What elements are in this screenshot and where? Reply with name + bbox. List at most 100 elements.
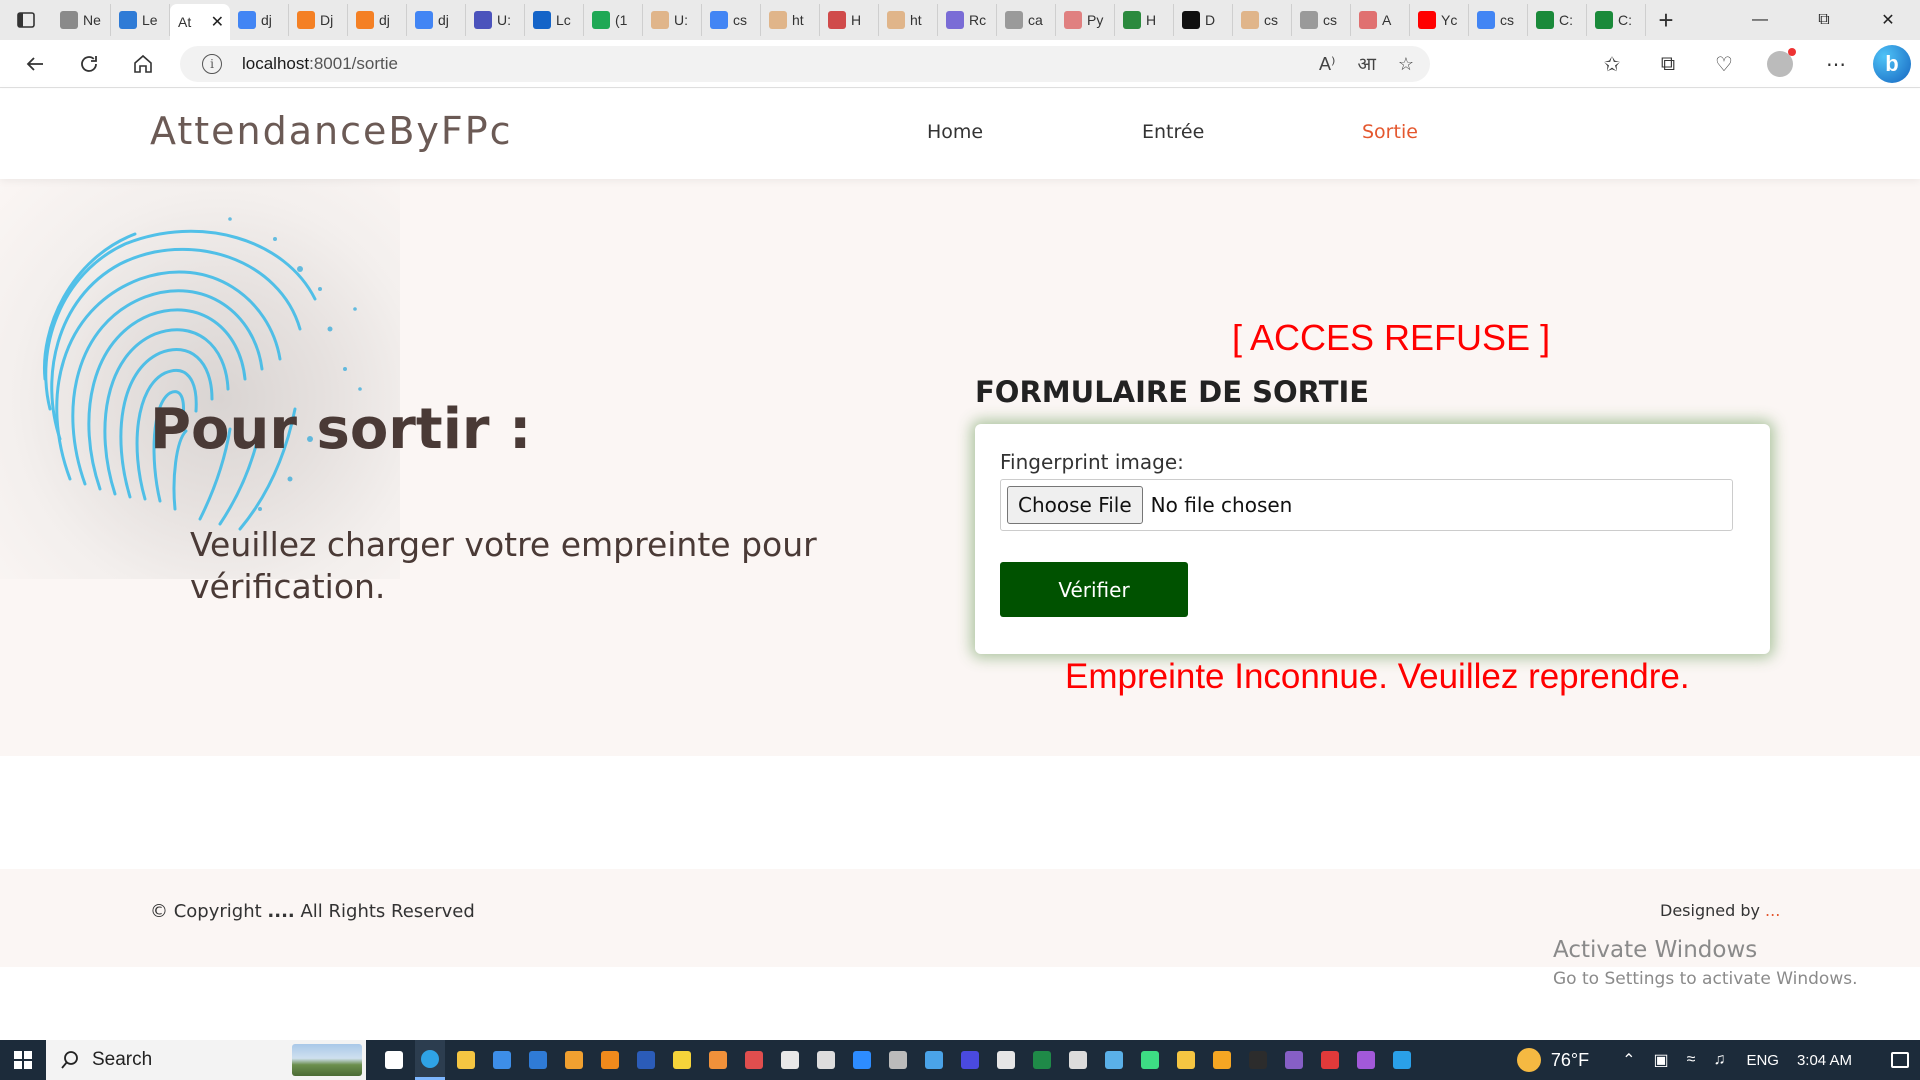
home-button[interactable] <box>116 40 170 88</box>
notes-icon[interactable] <box>991 1040 1021 1080</box>
browser-tab[interactable]: dj <box>348 4 407 36</box>
verify-button[interactable]: Vérifier <box>1000 562 1188 617</box>
media-icon[interactable] <box>703 1040 733 1080</box>
browser-tab[interactable]: cs <box>1469 4 1528 36</box>
browser-tab[interactable]: ca <box>997 4 1056 36</box>
browser-tab[interactable]: Ne <box>52 4 111 36</box>
browser-tab[interactable]: U: <box>643 4 702 36</box>
browser-tab[interactable]: Yc <box>1410 4 1469 36</box>
browser-tab[interactable]: dj <box>407 4 466 36</box>
nav-entree[interactable]: Entrée <box>1142 121 1204 143</box>
vs-purple-icon[interactable] <box>1351 1040 1381 1080</box>
browser-essentials-icon[interactable]: ♡ <box>1696 40 1752 88</box>
visual-studio-icon[interactable] <box>1279 1040 1309 1080</box>
excel-icon[interactable] <box>1027 1040 1057 1080</box>
browser-tab[interactable]: D <box>1174 4 1233 36</box>
chrome-canary-icon[interactable] <box>559 1040 589 1080</box>
restore-button[interactable]: ⧉ <box>1792 0 1856 40</box>
browser-tab[interactable]: C: <box>1587 4 1646 36</box>
paint-icon[interactable] <box>739 1040 769 1080</box>
settings-icon[interactable] <box>811 1040 841 1080</box>
browser-tab[interactable]: Lc <box>525 4 584 36</box>
browser-tab[interactable]: ht <box>761 4 820 36</box>
search-label: Search <box>92 1049 153 1070</box>
site-info-icon[interactable]: i <box>202 54 222 74</box>
browser-tab[interactable]: dj <box>230 4 289 36</box>
browser-tab[interactable]: cs <box>1292 4 1351 36</box>
task-view-icon[interactable] <box>379 1040 409 1080</box>
fingerprint-graphic <box>42 217 362 531</box>
browser-tab[interactable]: A <box>1351 4 1410 36</box>
phone-icon[interactable] <box>1099 1040 1129 1080</box>
favorite-star-icon[interactable]: ☆ <box>1398 54 1414 75</box>
browser-tab[interactable]: Py <box>1056 4 1115 36</box>
browser-tab[interactable]: Dj <box>289 4 348 36</box>
close-tab-icon[interactable]: ✕ <box>211 12 224 32</box>
sticky-notes-icon[interactable] <box>667 1040 697 1080</box>
designer-link[interactable]: ... <box>1765 901 1780 920</box>
browser-tab[interactable]: U: <box>466 4 525 36</box>
store-icon[interactable] <box>487 1040 517 1080</box>
browser-tab[interactable]: Le <box>111 4 170 36</box>
tab-title: A <box>1382 12 1392 28</box>
browser-tab[interactable]: H <box>820 4 879 36</box>
chrome-icon[interactable] <box>1171 1040 1201 1080</box>
nav-home[interactable]: Home <box>927 121 983 143</box>
gear-tool-icon[interactable] <box>883 1040 913 1080</box>
volume-icon[interactable]: ♫ <box>1713 1051 1725 1069</box>
meet-now-icon[interactable]: ▣ <box>1654 1050 1669 1070</box>
mail-icon[interactable] <box>523 1040 553 1080</box>
browser-tab[interactable]: Rc <box>938 4 997 36</box>
url-field[interactable]: i localhost:8001/sortie A⁾ आ ☆ <box>180 46 1430 82</box>
notification-center-icon[interactable] <box>1880 1040 1920 1080</box>
vscode-icon[interactable] <box>1387 1040 1417 1080</box>
browser-tab[interactable]: C: <box>1528 4 1587 36</box>
browser-tab[interactable]: H <box>1115 4 1174 36</box>
acrobat-icon[interactable] <box>1315 1040 1345 1080</box>
favorites-icon[interactable]: ✩ <box>1584 40 1640 88</box>
terminal-icon[interactable] <box>1243 1040 1273 1080</box>
calendar-icon[interactable] <box>1063 1040 1093 1080</box>
collections-icon[interactable]: ⧉ <box>1640 40 1696 88</box>
zoom-icon[interactable] <box>847 1040 877 1080</box>
back-button[interactable] <box>8 40 62 88</box>
nav-sortie[interactable]: Sortie <box>1362 121 1418 143</box>
word-icon[interactable] <box>631 1040 661 1080</box>
browser-tab[interactable]: cs <box>702 4 761 36</box>
copyright-text: © Copyright .... All Rights Reserved <box>150 901 475 922</box>
android-studio-icon[interactable] <box>1135 1040 1165 1080</box>
hidden-icons-chevron-icon[interactable]: ⌃ <box>1622 1050 1635 1070</box>
file-explorer-icon[interactable] <box>451 1040 481 1080</box>
bing-copilot-button[interactable]: b <box>1864 40 1920 88</box>
tab-actions-menu-icon[interactable] <box>0 0 52 40</box>
taskbar-search-box[interactable]: Search <box>46 1040 366 1080</box>
read-aloud-icon[interactable]: A⁾ <box>1319 54 1335 75</box>
profile-button[interactable] <box>1752 40 1808 88</box>
clock-time[interactable]: 3:04 AM <box>1797 1052 1852 1069</box>
vlc-icon[interactable] <box>595 1040 625 1080</box>
fiddler-icon[interactable] <box>955 1040 985 1080</box>
site-brand-link[interactable]: AttendanceByFPc <box>150 109 513 153</box>
new-tab-button[interactable]: + <box>1646 0 1686 40</box>
refresh-button[interactable] <box>62 40 116 88</box>
weather-widget[interactable]: 76°F <box>1516 1048 1589 1072</box>
app-square-icon[interactable] <box>1207 1040 1237 1080</box>
choose-file-button[interactable]: Choose File <box>1007 486 1143 524</box>
close-window-button[interactable]: ✕ <box>1856 0 1920 40</box>
wifi-icon[interactable]: ≈ <box>1687 1051 1696 1069</box>
browser-tab[interactable]: cs <box>1233 4 1292 36</box>
browser-tab[interactable]: (1 <box>584 4 643 36</box>
translate-icon[interactable]: आ <box>1357 52 1375 76</box>
browser-tab[interactable]: ht <box>879 4 938 36</box>
browser-tab[interactable]: At ✕ <box>170 4 230 40</box>
edge-icon[interactable] <box>415 1040 445 1080</box>
tab-list: Ne Le At ✕ dj Dj dj dj U: Lc (1 U: cs ht Hht Rc ca Py H Dcs… <box>52 0 1646 40</box>
minimize-button[interactable]: — <box>1728 0 1792 40</box>
language-indicator[interactable]: ENG <box>1746 1052 1779 1069</box>
settings-more-icon[interactable]: ⋯ <box>1808 40 1864 88</box>
fingerprint-file-input[interactable]: Choose File No file chosen <box>1000 479 1733 531</box>
start-button[interactable] <box>0 1040 46 1080</box>
remote-desktop-icon[interactable] <box>919 1040 949 1080</box>
edit-icon[interactable] <box>775 1040 805 1080</box>
tab-title: dj <box>261 12 272 28</box>
